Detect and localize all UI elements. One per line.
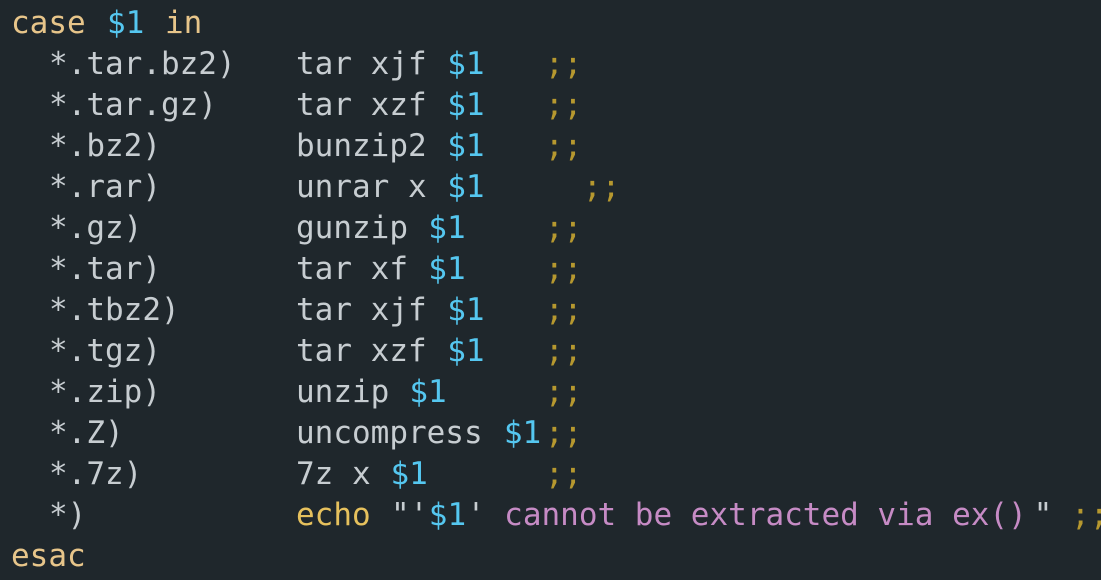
code-line-case: case $1 in (11, 3, 1101, 44)
case-command: bunzip2 (296, 128, 446, 164)
code-editor[interactable]: case $1 in *.tar.bz2) tar xjf $1;; *.tar.g… (0, 0, 1101, 580)
code-line-case-arm: *.tbz2) tar xjf $1;; (11, 290, 1101, 331)
case-terminator: ;; (545, 456, 583, 492)
variable-arg: $1 (447, 169, 485, 205)
case-pattern: *.tbz2) (49, 292, 180, 328)
case-terminator: ;; (545, 292, 583, 328)
code-line-case-arm: *.Z) uncompress $1;; (11, 413, 1101, 454)
case-command: tar xjf (296, 292, 446, 328)
keyword-in: in (165, 5, 203, 41)
variable-arg: $1 (428, 210, 466, 246)
code-line-case-arm: *.rar) unrar x $1;; (11, 167, 1101, 208)
case-pattern: *.tgz) (49, 333, 161, 369)
case-terminator: ;; (545, 333, 583, 369)
case-pattern: *.7z) (49, 456, 143, 492)
case-pattern: *.Z) (49, 415, 124, 451)
case-terminator: ;; (545, 251, 583, 287)
case-pattern: *.tar.bz2) (49, 46, 236, 82)
variable-arg: $1 (107, 5, 145, 41)
string-message: cannot be extracted via ex() (485, 497, 1027, 533)
code-line-case-arm: *.tar.bz2) tar xjf $1;; (11, 44, 1101, 85)
case-command: tar xf (296, 251, 427, 287)
code-line-case-arm: *.tar.gz) tar xzf $1;; (11, 85, 1101, 126)
case-pattern: *.bz2) (49, 128, 161, 164)
variable-arg: $1 (503, 415, 542, 451)
case-command: unzip (296, 374, 408, 410)
code-line-esac: esac (11, 536, 1101, 577)
case-terminator: ;; (545, 374, 583, 410)
case-terminator: ;; (545, 87, 583, 123)
variable-arg: $1 (409, 374, 447, 410)
case-command: tar xzf (296, 87, 446, 123)
case-pattern: *.zip) (49, 374, 161, 410)
code-line-case-arm: *.gz) gunzip $1;; (11, 208, 1101, 249)
keyword-case: case (11, 5, 86, 41)
code-line-case-arm: *.tar) tar xf $1;; (11, 249, 1101, 290)
case-terminator: ;; (545, 128, 583, 164)
variable-arg: $1 (428, 251, 466, 287)
case-command: gunzip (296, 210, 427, 246)
code-line-case-arm: *.bz2) bunzip2 $1;; (11, 126, 1101, 167)
case-command: 7z x (296, 456, 390, 492)
case-pattern: *.tar) (49, 251, 161, 287)
case-terminator: ;; (583, 169, 621, 205)
variable-arg: $1 (447, 46, 485, 82)
variable-arg: $1 (428, 497, 467, 533)
case-pattern: *.gz) (49, 210, 143, 246)
case-command: tar xzf (296, 333, 446, 369)
case-command: uncompress (296, 415, 502, 451)
code-line-case-arm: *.zip) unzip $1;; (11, 372, 1101, 413)
variable-arg: $1 (447, 87, 485, 123)
case-command: tar xjf (296, 46, 446, 82)
case-pattern: *) (49, 497, 87, 533)
case-terminator: ;; (1071, 497, 1101, 533)
keyword-esac: esac (11, 538, 86, 574)
case-pattern: *.tar.gz) (49, 87, 217, 123)
code-line-case-arm: *.tgz) tar xzf $1;; (11, 331, 1101, 372)
string-quote-open: "' (391, 497, 429, 533)
case-terminator: ;; (545, 46, 583, 82)
code-line-default: *) echo "' $1 ' cannot be extracted via … (11, 495, 1101, 536)
case-command: unrar x (296, 169, 446, 205)
variable-arg: $1 (447, 292, 485, 328)
case-pattern: *.rar) (49, 169, 161, 205)
variable-arg: $1 (447, 333, 485, 369)
code-line-case-arm: *.7z) 7z x $1;; (11, 454, 1101, 495)
variable-arg: $1 (447, 128, 485, 164)
case-terminator: ;; (545, 415, 583, 451)
string-quote-close: " (1033, 497, 1053, 533)
string-quote-mid: ' (466, 497, 486, 533)
variable-arg: $1 (390, 456, 428, 492)
command-echo: echo (296, 497, 371, 533)
case-terminator: ;; (545, 210, 583, 246)
